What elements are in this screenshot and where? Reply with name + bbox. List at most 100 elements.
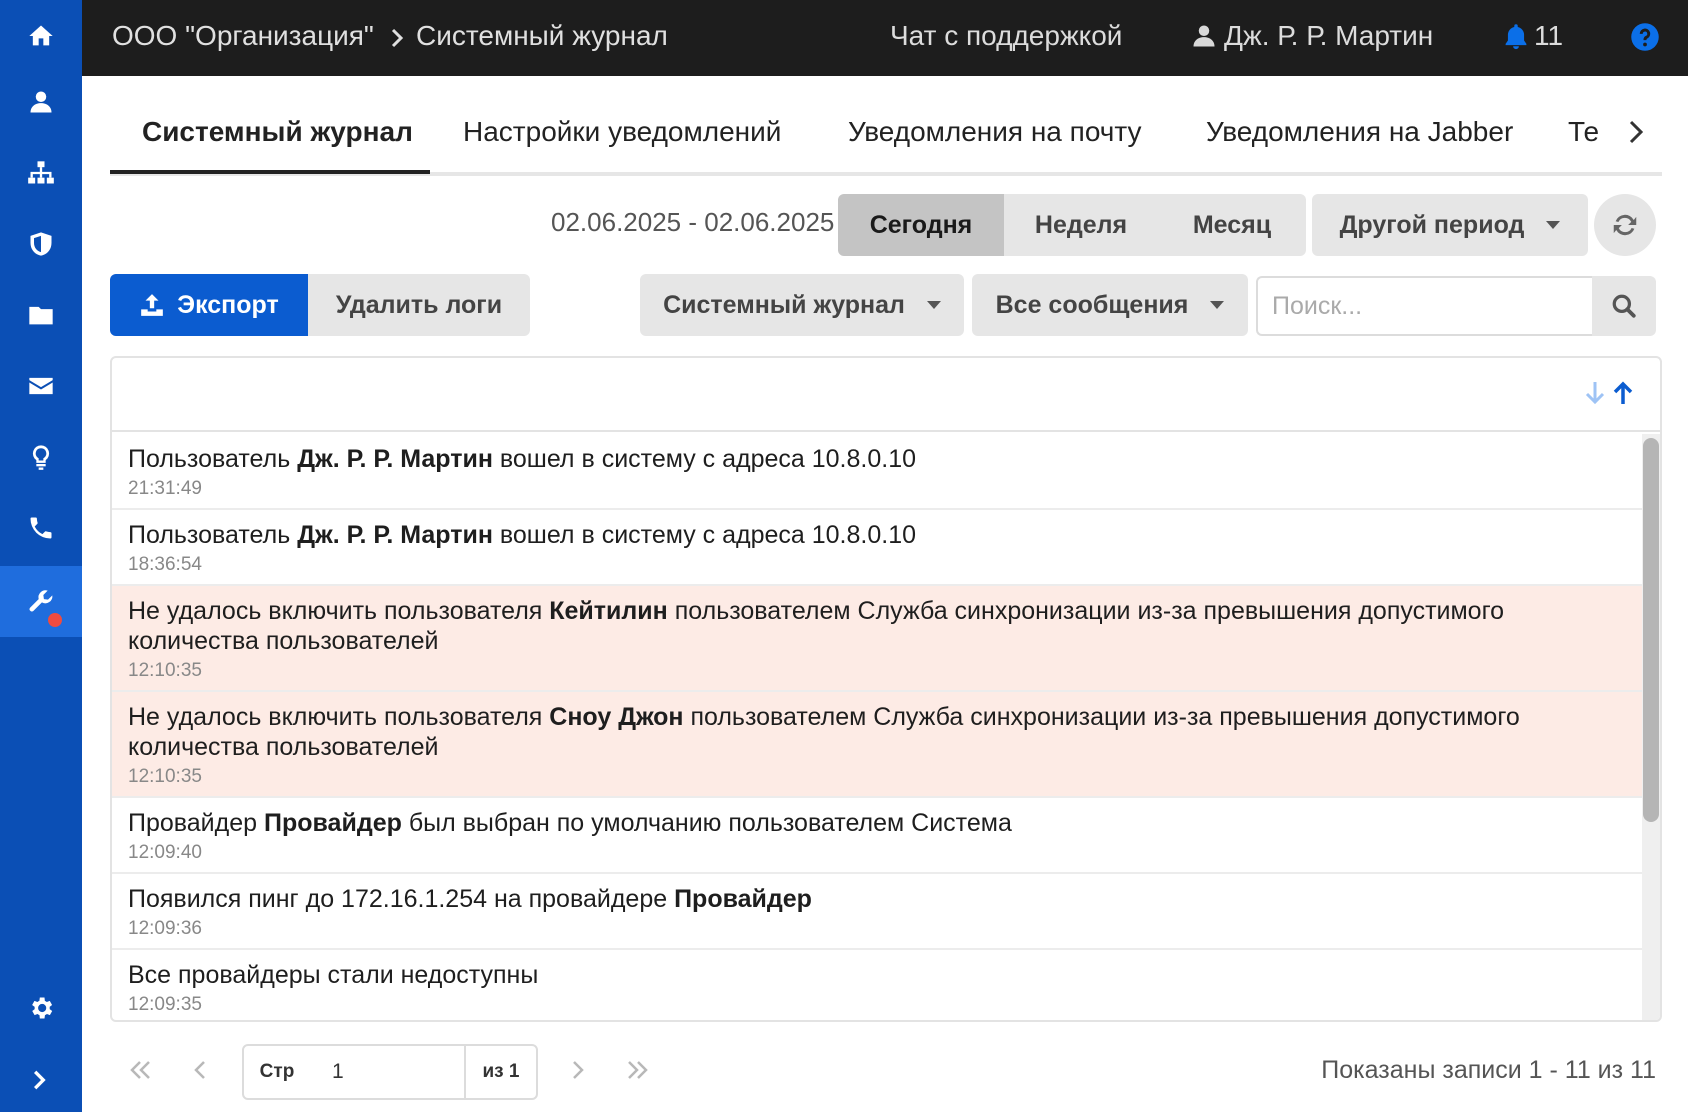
log-text: Все провайдеры стали недоступны: [128, 961, 539, 989]
tab-email-notifications[interactable]: Уведомления на почту: [848, 116, 1142, 148]
lightbulb-icon: [32, 444, 50, 470]
log-entity: Провайдер: [674, 885, 812, 913]
caret-down-icon: [1546, 221, 1561, 229]
sidebar-item-users[interactable]: [0, 66, 82, 137]
wrench-icon: [29, 589, 53, 611]
sort-asc-icon[interactable]: [1612, 380, 1634, 411]
log-time: 12:09:36: [128, 918, 202, 939]
log-entity: Кейтилин: [549, 597, 668, 625]
tabs-scroll-next[interactable]: [1618, 112, 1654, 152]
sidebar-item-tools[interactable]: [0, 566, 82, 637]
log-text: Провайдер: [128, 809, 264, 837]
tab-system-log[interactable]: Системный журнал: [142, 116, 413, 148]
sidebar-item-security[interactable]: [0, 208, 82, 279]
log-row: Появился пинг до 172.16.1.254 на провайд…: [112, 874, 1642, 950]
sidebar-item-home[interactable]: [0, 0, 82, 71]
log-type-dropdown[interactable]: Системный журнал: [640, 274, 964, 336]
tab-more[interactable]: Те: [1568, 116, 1600, 148]
breadcrumb-page: Системный журнал: [416, 20, 668, 51]
log-entity: Сноу Джон: [549, 703, 684, 731]
gear-icon: [32, 997, 53, 1018]
first-page-button[interactable]: [120, 1054, 160, 1086]
period-week-button[interactable]: Неделя: [1004, 194, 1158, 256]
user-icon: [1190, 22, 1218, 55]
page-label: Стр: [242, 1044, 312, 1100]
bell-icon[interactable]: [1502, 22, 1530, 57]
log-message: Появился пинг до 172.16.1.254 на провайд…: [128, 884, 1626, 914]
tab-jabber-notifications[interactable]: Уведомления на Jabber: [1206, 116, 1513, 148]
date-range: 02.06.2025 - 02.06.2025: [551, 207, 835, 237]
log-panel-header: [112, 358, 1660, 432]
refresh-button[interactable]: [1594, 194, 1656, 256]
message-filter-label: Все сообщения: [995, 290, 1189, 319]
log-time: 21:31:49: [128, 478, 202, 499]
page-number-input[interactable]: [310, 1044, 466, 1100]
sidebar-item-settings[interactable]: [0, 972, 82, 1043]
alert-badge: [48, 613, 62, 627]
next-page-button[interactable]: [558, 1054, 598, 1086]
log-row: Не удалось включить пользователя Кейтили…: [112, 586, 1642, 692]
caret-down-icon: [926, 301, 941, 309]
phone-icon: [30, 517, 52, 538]
last-page-button[interactable]: [618, 1054, 658, 1086]
chevron-right-icon: [34, 1070, 46, 1089]
log-message: Провайдер Провайдер был выбран по умолча…: [128, 808, 1626, 838]
sidebar-item-mail[interactable]: [0, 350, 82, 421]
sidebar-item-ideas[interactable]: [0, 421, 82, 492]
help-icon[interactable]: [1630, 22, 1660, 57]
tab-bar: Системный журнал Настройки уведомлений У…: [110, 100, 1662, 176]
log-text: Не удалось включить пользователя: [128, 597, 550, 625]
folder-icon: [29, 306, 53, 324]
period-today-button[interactable]: Сегодня: [838, 194, 1004, 256]
tab-notification-settings[interactable]: Настройки уведомлений: [463, 116, 781, 148]
log-scrollbar[interactable]: [1642, 434, 1660, 1020]
message-filter-dropdown[interactable]: Все сообщения: [972, 274, 1248, 336]
upload-icon: [141, 294, 164, 316]
sidebar-expand[interactable]: [0, 1044, 82, 1112]
sort-desc-icon[interactable]: [1584, 380, 1606, 411]
prev-page-button[interactable]: [180, 1054, 220, 1086]
double-chevron-left-icon: [130, 1061, 150, 1079]
sidebar: [0, 0, 82, 1112]
user-name[interactable]: Дж. Р. Р. Мартин: [1224, 0, 1433, 76]
log-row: Провайдер Провайдер был выбран по умолча…: [112, 798, 1642, 874]
log-entity: Провайдер: [264, 809, 402, 837]
app: ООО "Организация" Системный журнал Чат с…: [0, 0, 1688, 1112]
chevron-right-icon: [390, 27, 406, 49]
breadcrumb-org[interactable]: ООО "Организация": [112, 0, 374, 76]
log-scroll-thumb[interactable]: [1643, 438, 1659, 822]
user-icon: [30, 91, 52, 112]
records-summary: Показаны записи 1 - 11 из 11: [1321, 1056, 1656, 1084]
log-message: Все провайдеры стали недоступны: [128, 960, 1626, 990]
log-time: 12:09:40: [128, 842, 202, 863]
log-entity: Дж. Р. Р. Мартин: [297, 521, 493, 549]
delete-logs-button[interactable]: Удалить логи: [308, 274, 530, 336]
search-icon: [1612, 294, 1636, 318]
sidebar-item-network[interactable]: [0, 137, 82, 208]
log-text: Не удалось включить пользователя: [128, 703, 550, 731]
refresh-icon: [1613, 214, 1637, 236]
log-time: 12:10:35: [128, 660, 202, 681]
notifications-count[interactable]: 11: [1534, 0, 1563, 76]
log-row: Не удалось включить пользователя Сноу Дж…: [112, 692, 1642, 798]
page-total-label: из 1: [464, 1044, 538, 1100]
period-month-button[interactable]: Месяц: [1158, 194, 1306, 256]
log-time: 18:36:54: [128, 554, 202, 575]
chevron-left-icon: [194, 1061, 205, 1079]
period-other-dropdown[interactable]: Другой период: [1312, 194, 1588, 256]
sidebar-item-phone[interactable]: [0, 492, 82, 563]
sidebar-item-files[interactable]: [0, 279, 82, 350]
log-entity: Дж. Р. Р. Мартин: [297, 445, 493, 473]
log-message: Не удалось включить пользователя Кейтили…: [128, 596, 1626, 656]
log-text: вошел в систему с адреса 10.8.0.10: [492, 521, 916, 549]
log-time: 12:09:35: [128, 994, 202, 1015]
log-row: Пользователь Дж. Р. Р. Мартин вошел в си…: [112, 434, 1642, 510]
support-chat-link[interactable]: Чат с поддержкой: [890, 0, 1122, 76]
log-text: Появился пинг до 172.16.1.254 на провайд…: [128, 885, 675, 913]
export-button[interactable]: Экспорт: [110, 274, 308, 336]
envelope-icon: [29, 377, 53, 394]
search-button[interactable]: [1592, 276, 1656, 336]
log-row: Пользователь Дж. Р. Р. Мартин вошел в си…: [112, 510, 1642, 586]
search-input[interactable]: [1256, 276, 1592, 336]
log-time: 12:10:35: [128, 766, 202, 787]
